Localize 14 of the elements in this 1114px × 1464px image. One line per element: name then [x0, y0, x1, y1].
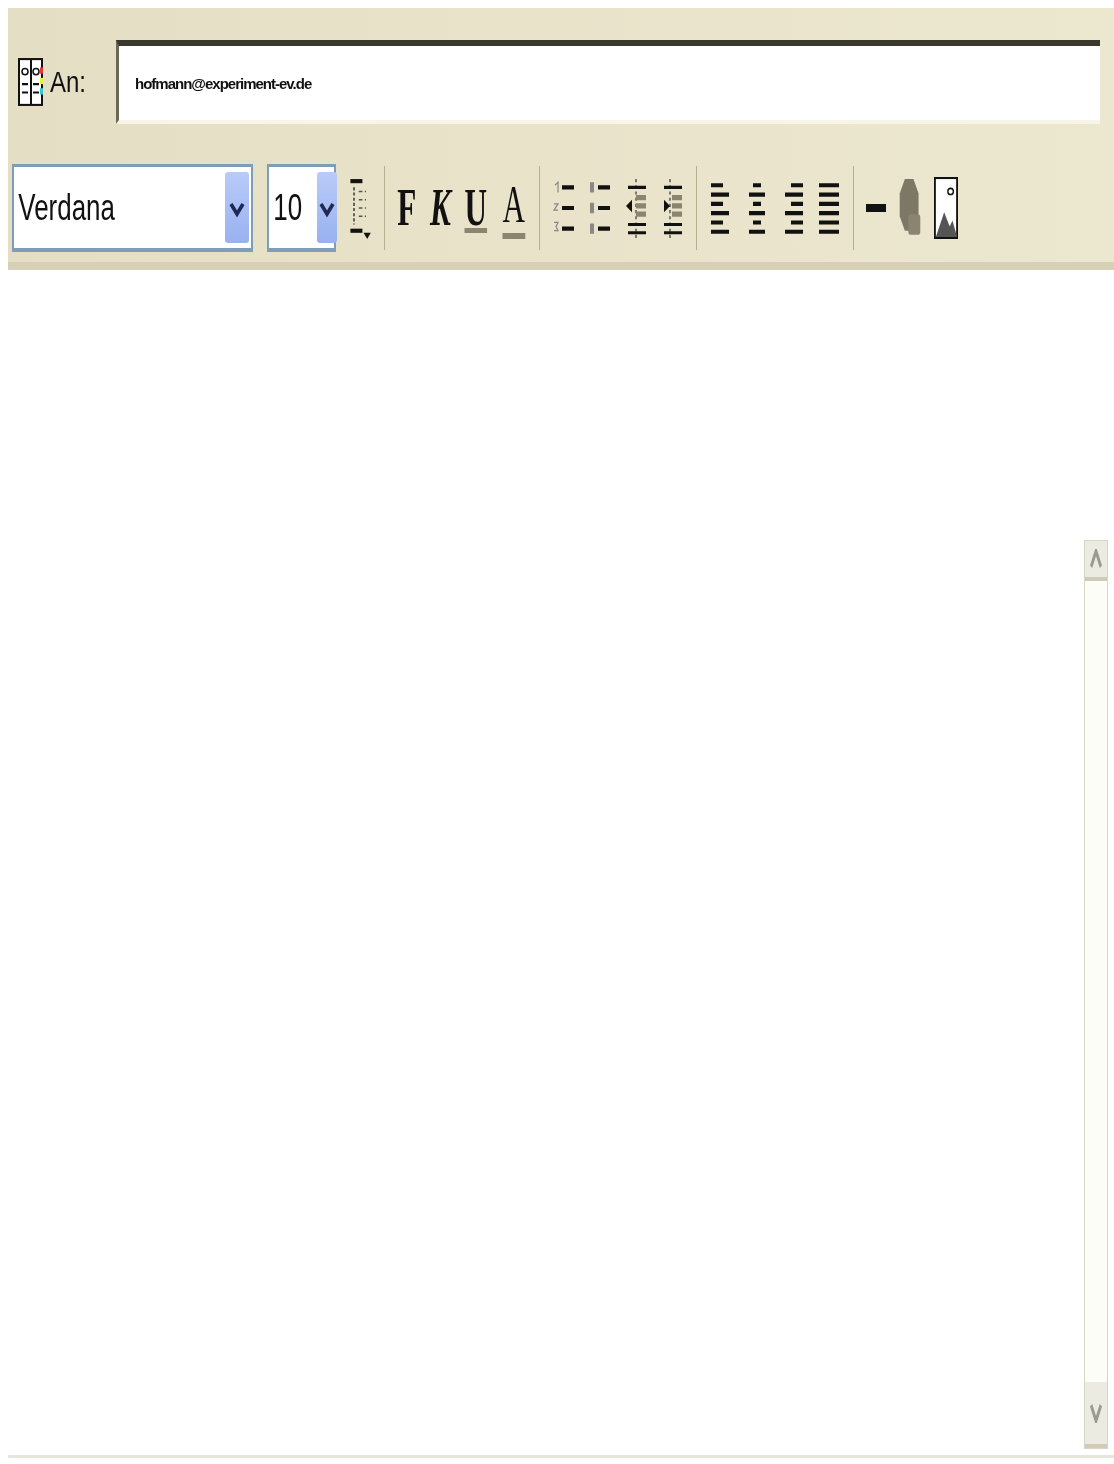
recipient-field[interactable]: hofmann@experiment-ev.de — [116, 40, 1100, 124]
bold-button[interactable]: F — [397, 177, 417, 239]
caret-up-icon — [1090, 549, 1102, 569]
outdent-icon[interactable] — [623, 177, 648, 239]
address-book-icon[interactable] — [18, 57, 44, 107]
caret-down-icon — [1090, 1403, 1102, 1423]
image-icon[interactable] — [933, 177, 958, 239]
to-label: An: — [50, 65, 88, 99]
font-color-button[interactable]: A — [502, 177, 526, 239]
font-dropdown[interactable]: Verdana — [12, 164, 253, 252]
size-dropdown[interactable]: 10 — [267, 164, 336, 252]
italic-button[interactable]: K — [429, 177, 451, 239]
underline-button[interactable]: U — [464, 177, 488, 239]
paragraph-style-icon[interactable] — [348, 177, 372, 239]
